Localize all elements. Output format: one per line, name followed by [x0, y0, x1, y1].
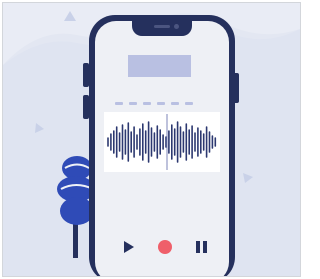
- speaker-icon: [154, 25, 170, 28]
- phone-screen: [95, 21, 229, 276]
- phone-notch: [132, 21, 192, 36]
- triangle-decoration: [243, 173, 253, 183]
- illustration-frame: [2, 2, 301, 277]
- pause-icon[interactable]: [196, 241, 207, 253]
- play-icon[interactable]: [124, 241, 134, 253]
- phone: [89, 15, 235, 276]
- title-placeholder: [128, 55, 191, 77]
- camera-icon: [174, 24, 179, 29]
- dash-divider: [115, 102, 193, 105]
- waveform-icon: [107, 114, 217, 170]
- waveform-card: [104, 112, 220, 172]
- record-icon[interactable]: [158, 240, 172, 254]
- triangle-decoration: [35, 123, 44, 133]
